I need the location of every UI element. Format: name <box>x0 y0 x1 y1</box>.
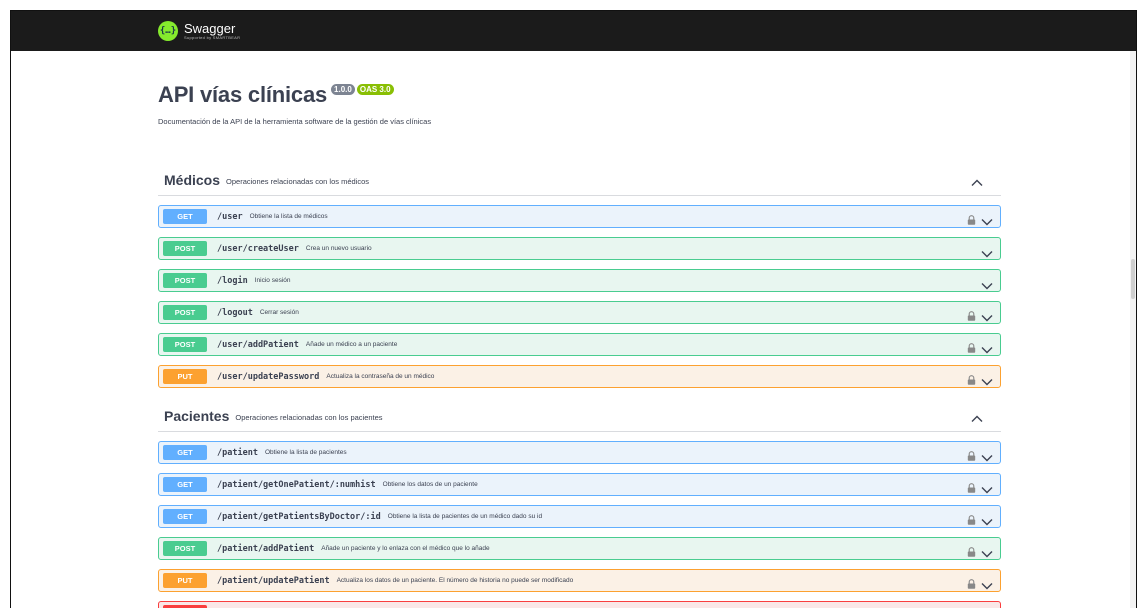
method-badge: POST <box>163 241 207 256</box>
operation-path: /patient/addPatient <box>217 543 315 554</box>
chevron-down-icon[interactable] <box>981 245 993 258</box>
api-description: Documentación de la API de la herramient… <box>158 117 432 126</box>
operation-path: /patient/getPatientsByDoctor/:id <box>217 511 381 522</box>
scrollbar-thumb[interactable] <box>1131 259 1135 299</box>
operation-row[interactable]: GET/patient/getOnePatient/:numhist Obtien… <box>158 473 1001 496</box>
lock-icon[interactable] <box>967 308 976 321</box>
chevron-down-icon[interactable] <box>981 449 993 462</box>
operation-row[interactable]: POST/user/addPatient Añade un médico a un… <box>158 333 1001 356</box>
method-badge: POST <box>163 337 207 352</box>
tag-header[interactable]: Médicos Operaciones relacionadas con los … <box>158 165 1001 196</box>
browser-viewport: {…} Swagger Supported by SMARTBEAR API v… <box>10 10 1137 608</box>
operation-path: /login <box>217 275 248 286</box>
operation-row[interactable]: POST/patient/addPatient Añade un paciente… <box>158 537 1001 560</box>
method-badge: PUT <box>163 369 207 384</box>
method-badge: POST <box>163 541 207 556</box>
logo-name: Swagger <box>184 21 236 36</box>
operation-row[interactable] <box>158 601 1001 608</box>
operation-path: /logout <box>217 307 253 318</box>
operation-row[interactable]: PUT/user/updatePassword Actualiza la cont… <box>158 365 1001 388</box>
operation-summary: Cerrar sesión <box>259 309 299 316</box>
operation-summary: Inicio sesión <box>254 277 291 284</box>
operation-path: /patient/updatePatient <box>217 575 330 586</box>
lock-icon[interactable] <box>967 512 976 525</box>
operation-summary: Añade un médico a un paciente <box>305 341 398 348</box>
chevron-down-icon[interactable] <box>981 341 993 354</box>
method-badge: GET <box>163 209 207 224</box>
operation-row[interactable]: GET/user Obtiene la lista de médicos <box>158 205 1001 228</box>
operation-row[interactable]: POST/user/createUser Crea un nuevo usuari… <box>158 237 1001 260</box>
chevron-down-icon[interactable] <box>981 577 993 590</box>
lock-icon[interactable] <box>967 340 976 353</box>
operation-path: /user/createUser <box>217 243 299 254</box>
operation-path: /user <box>217 211 243 222</box>
method-badge: PUT <box>163 573 207 588</box>
lock-icon[interactable] <box>967 372 976 385</box>
chevron-down-icon[interactable] <box>981 481 993 494</box>
operation-summary: Crea un nuevo usuario <box>305 245 372 252</box>
operation-path: /patient/getOnePatient/:numhist <box>217 479 376 490</box>
scrollbar[interactable] <box>1130 51 1136 608</box>
tag-section-1: Pacientes Operaciones relacionadas con lo… <box>158 401 1001 608</box>
operation-path: /user/addPatient <box>217 339 299 350</box>
method-badge: POST <box>163 305 207 320</box>
tag-name: Pacientes <box>164 408 230 424</box>
method-badge: GET <box>163 445 207 460</box>
page-title: API vías clínicas <box>158 82 328 107</box>
lock-icon[interactable] <box>967 576 976 589</box>
operation-row[interactable]: PUT/patient/updatePatient Actualiza los d… <box>158 569 1001 592</box>
lock-icon[interactable] <box>967 544 976 557</box>
operation-row[interactable]: GET/patient/getPatientsByDoctor/:id Obtie… <box>158 505 1001 528</box>
operation-summary: Obtiene la lista de pacientes de un médi… <box>387 513 543 520</box>
method-badge: POST <box>163 273 207 288</box>
chevron-down-icon[interactable] <box>981 277 993 290</box>
tag-section-0: Médicos Operaciones relacionadas con los … <box>158 165 1001 388</box>
operation-summary: Añade un paciente y lo enlaza con el méd… <box>321 545 490 552</box>
operation-row[interactable]: POST/login Inicio sesión <box>158 269 1001 292</box>
tag-name: Médicos <box>164 172 221 188</box>
main-content: API vías clínicas 1.0.0 OAS 3.0 Document… <box>158 51 1001 608</box>
operation-row[interactable]: GET/patient Obtiene la lista de pacientes <box>158 441 1001 464</box>
tag-header[interactable]: Pacientes Operaciones relacionadas con lo… <box>158 401 1001 432</box>
operation-path: /patient <box>217 447 258 458</box>
operation-summary: Obtiene la lista de médicos <box>249 213 328 220</box>
oas-badge: OAS 3.0 <box>356 84 394 95</box>
operation-summary: Actualiza los datos de un paciente. El n… <box>336 577 574 584</box>
tag-description: Operaciones relacionadas con los pacient… <box>235 412 383 422</box>
swagger-topbar: {…} Swagger Supported by SMARTBEAR <box>11 11 1136 51</box>
operation-summary: Actualiza la contraseña de un médico <box>326 373 435 380</box>
chevron-down-icon[interactable] <box>981 513 993 526</box>
chevron-up-icon[interactable] <box>971 411 983 422</box>
version-badge: 1.0.0 <box>331 84 355 95</box>
operation-row[interactable]: POST/logout Cerrar sesión <box>158 301 1001 324</box>
lock-icon[interactable] <box>967 448 976 461</box>
chevron-down-icon[interactable] <box>981 213 993 226</box>
info-header: API vías clínicas 1.0.0 OAS 3.0 <box>158 82 1001 108</box>
chevron-down-icon[interactable] <box>981 545 993 558</box>
logo-subtitle: Supported by SMARTBEAR <box>184 35 241 40</box>
method-badge: GET <box>163 509 207 524</box>
lock-icon[interactable] <box>967 212 976 225</box>
operation-path: /user/updatePassword <box>217 371 320 382</box>
operation-summary: Obtiene los datos de un paciente <box>382 481 478 488</box>
tag-description: Operaciones relacionadas con los médicos <box>226 176 370 186</box>
swagger-logo-icon[interactable]: {…} <box>158 21 178 41</box>
operation-summary: Obtiene la lista de pacientes <box>264 449 347 456</box>
lock-icon[interactable] <box>967 480 976 493</box>
chevron-up-icon[interactable] <box>971 175 983 186</box>
chevron-down-icon[interactable] <box>981 309 993 322</box>
swagger-logo[interactable]: Swagger Supported by SMARTBEAR <box>184 22 240 40</box>
chevron-down-icon[interactable] <box>981 373 993 386</box>
method-badge: GET <box>163 477 207 492</box>
